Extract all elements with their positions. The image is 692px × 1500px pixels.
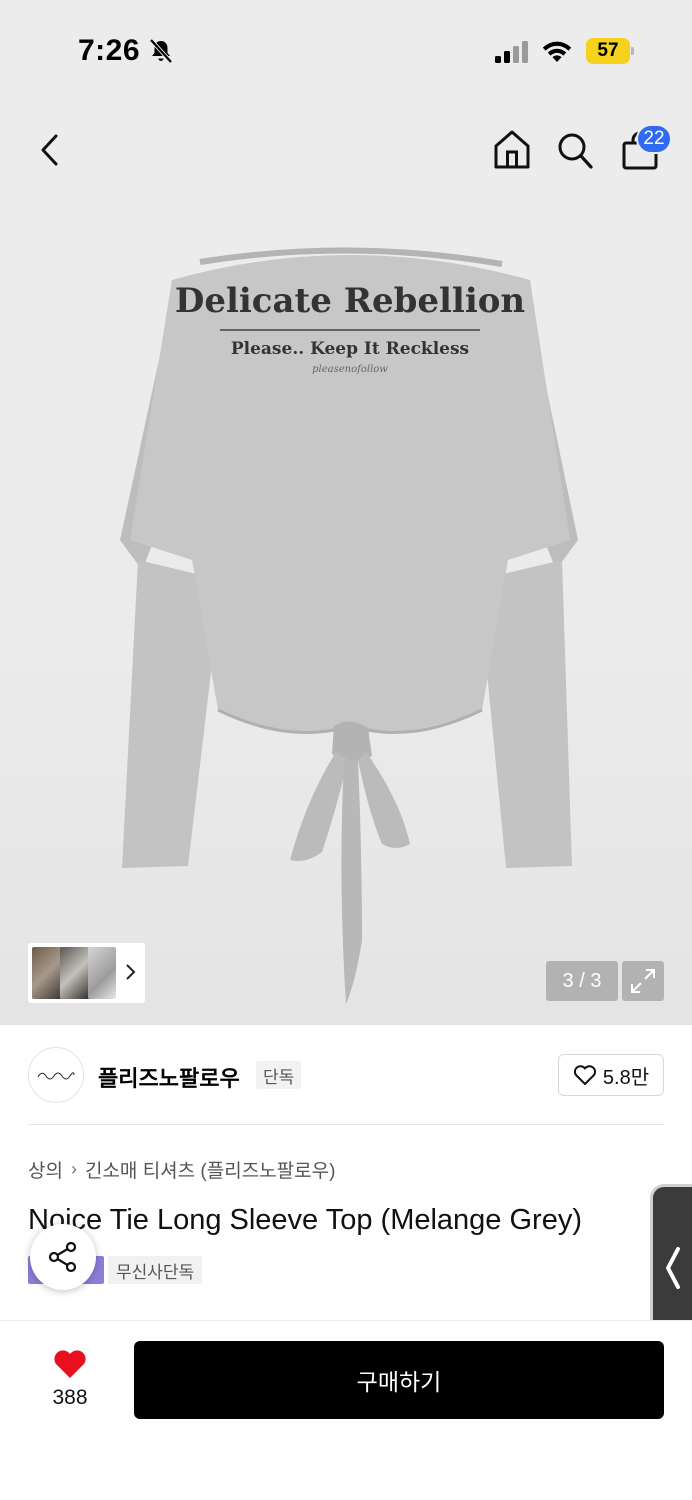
breadcrumb-subcategory[interactable]: 긴소매 티셔츠 (플리즈노팔로우) (85, 1156, 335, 1183)
brand-logo[interactable] (28, 1047, 84, 1103)
heart-count: 388 (52, 1386, 88, 1409)
bell-off-icon (149, 38, 173, 64)
back-arrow-icon[interactable] (34, 130, 66, 170)
breadcrumb: 상의 › 긴소매 티셔츠 (플리즈노팔로우) (28, 1156, 335, 1183)
brand-logo-mark (37, 1072, 75, 1080)
brand-like-button[interactable]: 5.8만 (558, 1054, 664, 1096)
cart-count-badge: 22 (636, 124, 672, 154)
brand-name[interactable]: 플리즈노팔로우 (98, 1061, 240, 1093)
status-bar: 7:26 57 (0, 0, 692, 100)
print-sub-text: Please.. Keep It Reckless (231, 339, 469, 359)
battery-indicator: 57 (586, 38, 634, 64)
thumbnail-3[interactable] (88, 947, 116, 999)
exclusive-badge: 무신사단독 (108, 1256, 203, 1284)
battery-level: 57 (586, 38, 630, 64)
wifi-icon (542, 41, 572, 62)
thumbnail-strip[interactable] (28, 943, 145, 1003)
battery-cap (631, 47, 634, 55)
chevron-right-icon[interactable] (124, 959, 138, 985)
product-image: Delicate Rebellion Please.. Keep It Reck… (120, 247, 578, 1004)
chevron-left-icon (666, 1247, 680, 1289)
chevron-right-icon: › (70, 1159, 77, 1179)
thumbnail-1[interactable] (32, 947, 62, 999)
product-title: Noice Tie Long Sleeve Top (Melange Grey) (28, 1204, 582, 1236)
print-main-text: Delicate Rebellion (175, 281, 525, 321)
share-button[interactable] (30, 1224, 96, 1290)
buy-button[interactable]: 구매하기 (134, 1341, 664, 1419)
image-counter: 3 / 3 (546, 961, 618, 1001)
divider (28, 1124, 664, 1125)
brand-like-count: 5.8만 (602, 1066, 650, 1089)
expand-icon (631, 969, 655, 993)
print-script-text: pleasenofollow (312, 364, 388, 375)
breadcrumb-category[interactable]: 상의 (28, 1156, 63, 1183)
share-icon (48, 1241, 77, 1273)
brand-exclusive-tag: 단독 (256, 1061, 302, 1089)
heart-outline-icon (573, 1065, 596, 1085)
search-icon[interactable] (556, 130, 594, 170)
thumbnail-2[interactable] (60, 947, 90, 999)
status-time: 7:26 (78, 34, 141, 67)
home-icon[interactable] (492, 128, 532, 170)
expand-button[interactable] (622, 961, 664, 1001)
cell-signal-icon (495, 41, 528, 63)
